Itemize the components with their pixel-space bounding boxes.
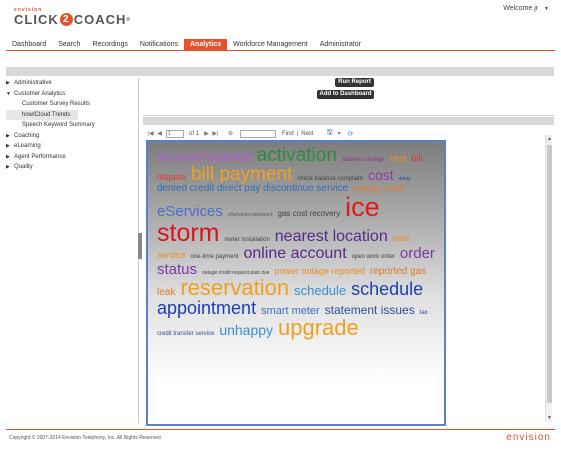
cloud-word[interactable]: account balance <box>157 149 252 164</box>
cloud-word[interactable]: open work order <box>352 254 395 260</box>
cloud-word[interactable]: reservation <box>180 275 289 300</box>
chevron-right-icon[interactable]: ▶ <box>6 78 14 89</box>
cloud-word[interactable]: delay <box>399 176 411 182</box>
scroll-down-arrow-icon[interactable]: ▼ <box>546 414 553 422</box>
tree-item-label: eLearning <box>14 143 41 149</box>
chevron-down-icon: ▼ <box>544 6 549 12</box>
chevron-down-icon[interactable]: ▼ <box>6 89 14 100</box>
cloud-word[interactable]: unhappy <box>219 322 273 338</box>
nav-tab-workforce-management[interactable]: Workforce Management <box>227 39 314 50</box>
chevron-right-icon[interactable]: ▶ <box>6 152 14 163</box>
nav-tab-recordings[interactable]: Recordings <box>86 39 133 50</box>
find-link[interactable]: Find <box>282 131 294 137</box>
chevron-right-icon[interactable]: ▶ <box>6 162 14 173</box>
cloud-word[interactable]: best <box>390 153 407 163</box>
page-count-text: of 1 <box>189 130 200 137</box>
nav-tab-dashboard[interactable]: Dashboard <box>6 39 52 50</box>
scroll-up-arrow-icon[interactable]: ▲ <box>546 135 553 143</box>
tree-item-label: Customer Survey Results <box>22 101 91 107</box>
user-menu[interactable]: Welcome jr ▼ <box>503 5 549 12</box>
logo-2-badge: 2 <box>59 13 73 26</box>
tree-item-label: Administrative <box>14 80 52 86</box>
nav-tab-notifications[interactable]: Notifications <box>134 39 184 50</box>
tree-item-customer-survey-results[interactable]: Customer Survey Results <box>6 99 138 110</box>
report-scrollbar[interactable]: ▲ ▼ <box>545 135 552 422</box>
welcome-text: Welcome jr <box>503 5 539 12</box>
cloud-word[interactable]: denied credit direct pay discontinue ser… <box>157 183 348 194</box>
top-grey-bar <box>6 67 554 76</box>
cloud-word[interactable]: online account <box>243 245 346 262</box>
copyright-text: Copyright © 2007-2014 Envision Telephony… <box>9 435 163 441</box>
scrollbar-thumb[interactable] <box>547 145 552 403</box>
tree-item-label: Quality <box>14 164 33 170</box>
tree-item-administrative[interactable]: ▶ Administrative <box>6 78 138 89</box>
cloud-word[interactable]: meter installation <box>224 237 269 243</box>
click2coach-logo[interactable]: envision CLICK 2 COACH ® <box>14 7 131 27</box>
cloud-word[interactable]: eServices password <box>228 212 273 218</box>
add-to-dashboard-button[interactable]: Add to Dashboard <box>317 90 374 99</box>
tree-item-elearning[interactable]: ▶ eLearning <box>6 141 138 152</box>
cloud-word[interactable]: check balance complaint <box>297 176 363 182</box>
report-toolbar: |◀ ◀ 1 of 1 ▶ ▶| ⊕ Find | Next 🖫 ▾ ⟳ <box>146 128 426 139</box>
report-header-bar <box>143 117 554 125</box>
save-export-icon[interactable]: 🖫 <box>323 128 337 139</box>
cloud-word[interactable]: nearest location <box>275 228 388 245</box>
export-dropdown-icon[interactable]: ▾ <box>337 130 342 137</box>
prev-page-icon[interactable]: ◀ <box>155 130 164 137</box>
logo-wordmark: CLICK 2 COACH ® <box>14 12 131 27</box>
app-header: envision CLICK 2 COACH ® Welcome jr ▼ <box>0 0 561 38</box>
report-controls: Run Report Add to Dashboard <box>143 78 554 116</box>
cloud-word[interactable]: address change <box>342 157 385 163</box>
cloud-word[interactable]: eServices <box>157 203 223 220</box>
cloud-word[interactable]: activation <box>257 145 337 166</box>
cloud-word[interactable]: storm <box>157 219 220 247</box>
tree-item-label: Agent Performance <box>14 153 66 160</box>
next-page-icon[interactable]: ▶ <box>202 130 211 137</box>
logo-registered: ® <box>126 16 132 23</box>
logo-coach: COACH <box>73 12 127 27</box>
cloud-word[interactable]: service <box>157 250 186 260</box>
cloud-word[interactable]: upgrade <box>278 315 359 340</box>
cloud-word[interactable]: ice <box>345 192 380 222</box>
tree-item-agent-performance[interactable]: ▶ Agent Performance <box>6 152 138 163</box>
envision-footer-logo: envision <box>506 432 551 443</box>
logo-click: CLICK <box>14 12 59 27</box>
tree-item-label: howICloud Trends <box>22 111 71 118</box>
chevron-right-icon[interactable]: ▶ <box>6 141 14 152</box>
word-cloud: account balance activation address chang… <box>146 140 446 426</box>
footer: Copyright © 2007-2014 Envision Telephony… <box>6 429 555 445</box>
find-next-link[interactable]: Next <box>301 131 313 137</box>
nav-tab-search[interactable]: Search <box>52 39 86 50</box>
cloud-word[interactable]: bill payment <box>191 164 292 185</box>
chevron-right-icon[interactable]: ▶ <box>6 131 14 142</box>
tree-item-quality[interactable]: ▶ Quality <box>6 162 138 173</box>
tree-item-customer-analytics[interactable]: ▼ Customer Analytics <box>6 89 138 100</box>
tree-item-howicloud-trends[interactable]: howICloud Trends <box>6 109 78 120</box>
tree-item-speech-keyword-summary[interactable]: Speech Keyword Summary <box>6 120 138 131</box>
cloud-word[interactable]: one-time payment <box>190 254 238 260</box>
tree-item-coaching[interactable]: ▶ Coaching <box>6 131 138 142</box>
main-nav: Dashboard Search Recordings Notifications An… <box>6 39 555 51</box>
tree-item-label: Customer Analytics <box>14 90 66 97</box>
cloud-word[interactable]: schedule <box>294 283 346 298</box>
cloud-word[interactable]: new <box>393 233 410 243</box>
find-separator: | <box>296 130 299 137</box>
first-page-icon[interactable]: |◀ <box>146 130 155 137</box>
cloud-word[interactable]: gas cost recovery <box>278 209 341 218</box>
nav-tab-analytics[interactable]: Analytics <box>184 39 228 50</box>
nav-tab-administrator[interactable]: Administrator <box>314 39 367 50</box>
tree-item-label: Coaching <box>14 132 40 139</box>
last-page-icon[interactable]: ▶| <box>211 130 220 137</box>
report-tree: ▶ Administrative ▼ Customer Analytics Custom… <box>6 78 139 423</box>
cloud-word[interactable]: cost <box>368 167 394 183</box>
find-input[interactable] <box>240 129 277 138</box>
refresh-icon[interactable]: ⟳ <box>346 130 356 138</box>
page-number-input[interactable]: 1 <box>166 129 184 138</box>
tree-item-label: Speech Keyword Summary <box>22 122 95 128</box>
run-report-button[interactable]: Run Report <box>335 78 374 87</box>
pane-splitter-handle[interactable] <box>138 233 142 259</box>
zoom-icon[interactable]: ⊕ <box>226 130 235 137</box>
report-viewer: |◀ ◀ 1 of 1 ▶ ▶| ⊕ Find | Next 🖫 ▾ ⟳ acc… <box>143 126 552 426</box>
